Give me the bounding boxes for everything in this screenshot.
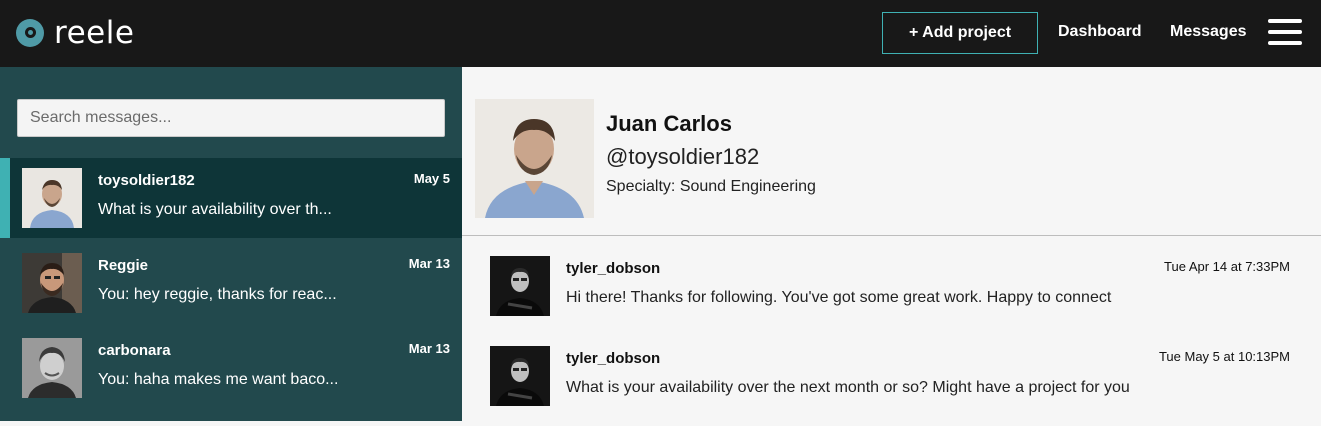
conversation-date: May 5 [413,171,450,186]
conversation-date: Mar 13 [408,256,450,271]
profile-avatar[interactable] [475,99,594,218]
profile-handle: @toysoldier182 [606,144,760,169]
brand-name: reele [54,15,135,51]
conversation-item-toysoldier182[interactable]: toysoldier182 May 5 What is your availab… [0,158,462,238]
message-item: tyler_dobson Tue Apr 14 at 7:33PM Hi the… [462,256,1321,336]
conversation-preview: You: haha makes me want baco... [98,371,339,388]
conversation-date: Mar 13 [408,341,450,356]
profile-specialty: Specialty: Sound Engineering [606,178,816,195]
conversation-preview: What is your availability over th... [98,201,332,218]
search-messages-input[interactable] [17,99,445,137]
message-text: What is your availability over the next … [566,379,1130,396]
add-project-button[interactable]: + Add project [882,12,1038,54]
conversation-sidebar: toysoldier182 May 5 What is your availab… [0,67,462,421]
active-indicator [0,158,10,238]
message-sender: tyler_dobson [566,350,661,367]
nav-dashboard-link[interactable]: Dashboard [1058,23,1142,41]
message-timestamp: Tue Apr 14 at 7:33PM [1164,259,1290,274]
hamburger-menu-icon[interactable] [1268,19,1302,45]
conversation-preview: You: hey reggie, thanks for reac... [98,286,337,303]
brand-logo[interactable]: reele [16,15,135,51]
conversation-item-carbonara[interactable]: carbonara Mar 13 You: haha makes me want… [0,328,462,408]
profile-name: Juan Carlos [606,111,732,136]
profile-header: Juan Carlos @toysoldier182 Specialty: So… [462,67,1321,236]
message-item: tyler_dobson Tue May 5 at 10:13PM What i… [462,346,1321,426]
message-timestamp: Tue May 5 at 10:13PM [1158,349,1290,364]
avatar [22,338,82,398]
message-sender: tyler_dobson [566,260,661,277]
avatar[interactable] [490,256,550,316]
avatar [22,168,82,228]
avatar[interactable] [490,346,550,406]
message-text: Hi there! Thanks for following. You've g… [566,289,1112,306]
conversation-name: carbonara [98,342,171,359]
logo-icon [16,19,44,47]
conversation-name: toysoldier182 [98,172,195,189]
conversation-name: Reggie [98,257,149,274]
conversation-item-reggie[interactable]: Reggie Mar 13 You: hey reggie, thanks fo… [0,243,462,323]
nav-messages-link[interactable]: Messages [1170,23,1247,41]
avatar [22,253,82,313]
top-navbar: reele + Add project Dashboard Messages [0,0,1321,67]
